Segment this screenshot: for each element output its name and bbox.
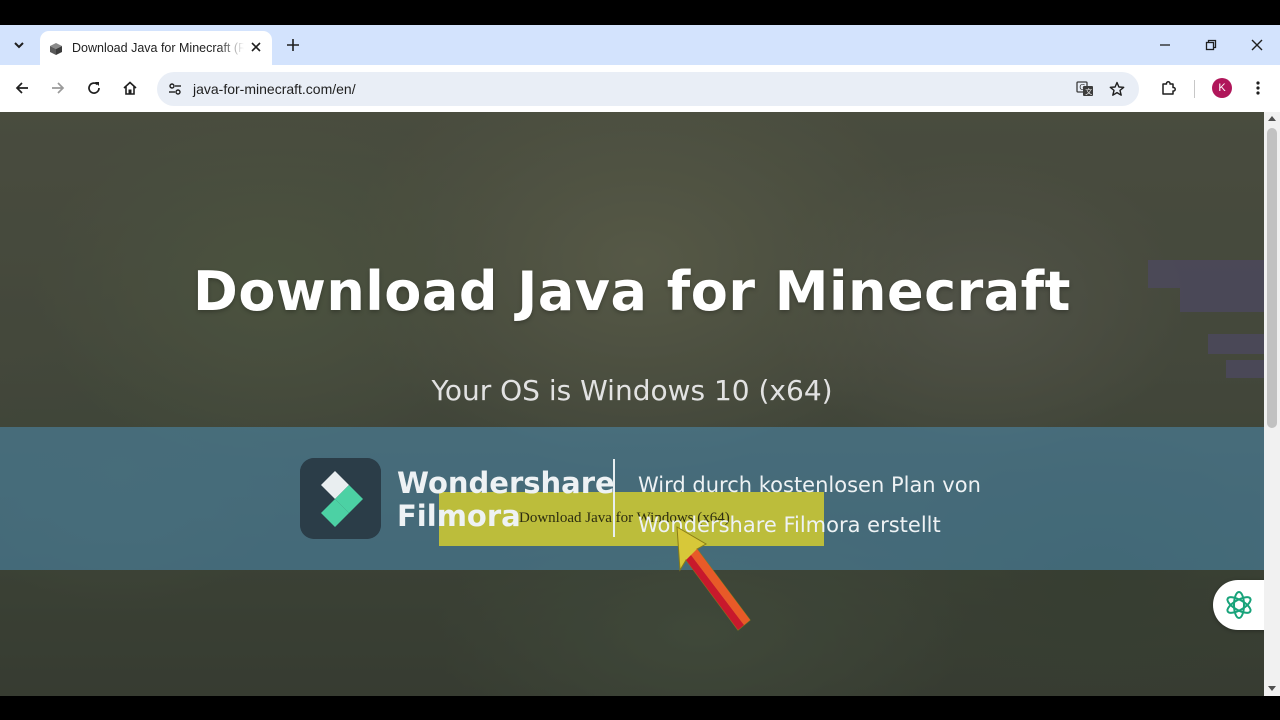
watermark-brand-line1: Wondershare	[397, 466, 615, 500]
tab-search-button[interactable]	[6, 32, 32, 58]
plus-icon	[287, 39, 299, 51]
watermark-brand: Wondershare Filmora	[397, 467, 615, 533]
new-tab-button[interactable]	[282, 34, 304, 56]
bookmark-button[interactable]	[1105, 77, 1129, 101]
browser-toolbar: java-for-minecraft.com/en/ G文 K	[0, 65, 1280, 112]
chevron-down-icon	[14, 42, 24, 49]
reload-icon	[88, 82, 100, 94]
toolbar-divider	[1194, 80, 1195, 98]
close-icon	[251, 42, 261, 52]
tab-active[interactable]: Download Java for Minecraft (R	[40, 31, 272, 65]
svg-text:文: 文	[1085, 87, 1092, 96]
tab-title: Download Java for Minecraft (R	[72, 41, 244, 55]
arrow-left-icon	[15, 82, 28, 94]
restore-icon	[1205, 39, 1217, 51]
browser-menu-button[interactable]	[1245, 75, 1271, 101]
more-vertical-icon	[1256, 81, 1260, 95]
address-bar[interactable]: java-for-minecraft.com/en/ G文	[157, 72, 1139, 106]
tab-strip: Download Java for Minecraft (R	[0, 25, 1280, 65]
home-button[interactable]	[117, 75, 143, 101]
puzzle-icon	[1162, 81, 1176, 95]
bottom-black-bar	[0, 696, 1280, 720]
scroll-down-arrow-icon[interactable]	[1268, 686, 1276, 691]
scroll-up-arrow-icon[interactable]	[1268, 116, 1276, 121]
back-button[interactable]	[9, 75, 35, 101]
filmora-logo-icon	[300, 458, 381, 539]
url-text[interactable]: java-for-minecraft.com/en/	[193, 80, 356, 98]
watermark-message-line1: Wird durch kostenlosen Plan von	[638, 473, 981, 497]
tab-close-button[interactable]	[248, 39, 264, 55]
watermark-separator	[613, 459, 615, 537]
arrow-right-icon	[52, 82, 65, 94]
watermark-brand-line2: Filmora	[397, 499, 521, 533]
tune-icon	[169, 83, 181, 95]
translate-icon: G文	[1076, 81, 1093, 96]
translate-button[interactable]: G文	[1073, 77, 1097, 101]
profile-avatar[interactable]: K	[1212, 78, 1232, 98]
extensions-button[interactable]	[1156, 75, 1182, 101]
top-black-bar	[0, 0, 1280, 25]
page-content: Download Java for Minecraft Your OS is W…	[0, 112, 1264, 696]
scroll-thumb[interactable]	[1267, 128, 1277, 428]
page-scrollbar[interactable]	[1264, 112, 1280, 696]
os-detection-text: Your OS is Windows 10 (x64)	[431, 374, 833, 407]
ai-assistant-button[interactable]	[1213, 580, 1264, 630]
arrow-pointer-icon	[676, 526, 751, 631]
reload-button[interactable]	[81, 75, 107, 101]
site-info-button[interactable]	[163, 77, 187, 101]
star-icon	[1109, 81, 1125, 96]
restore-button[interactable]	[1198, 33, 1224, 57]
home-icon	[123, 81, 137, 95]
minecraft-block-icon	[50, 43, 62, 55]
close-window-button[interactable]	[1244, 33, 1270, 57]
close-icon	[1251, 39, 1263, 51]
minimize-icon	[1160, 44, 1170, 46]
minimize-button[interactable]	[1152, 33, 1178, 57]
forward-button[interactable]	[45, 75, 71, 101]
ai-sparkle-icon	[1226, 591, 1252, 619]
page-title: Download Java for Minecraft	[193, 260, 1071, 323]
profile-initial: K	[1218, 82, 1226, 94]
